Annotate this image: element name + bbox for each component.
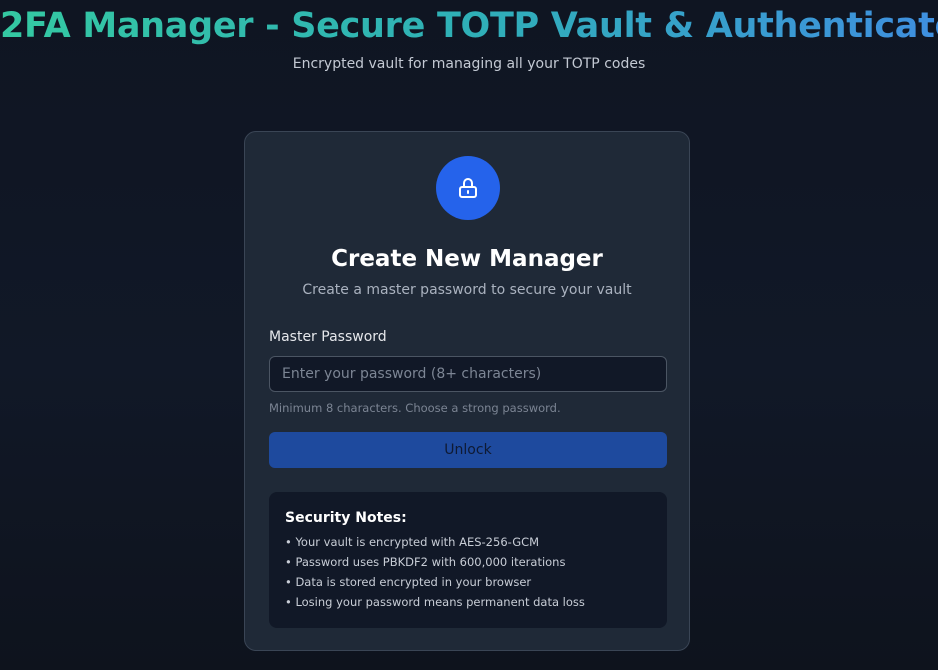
unlock-button[interactable]: Unlock bbox=[269, 432, 667, 468]
security-note-item: • Data is stored encrypted in your brows… bbox=[285, 575, 532, 589]
password-hint: Minimum 8 characters. Choose a strong pa… bbox=[269, 401, 561, 415]
create-manager-card: Create New Manager Create a master passw… bbox=[244, 131, 690, 651]
card-title: Create New Manager bbox=[331, 246, 603, 272]
lock-icon-badge bbox=[436, 156, 500, 220]
card-subtitle: Create a master password to secure your … bbox=[302, 282, 632, 298]
app-title: 2FA Manager - Secure TOTP Vault & Authen… bbox=[0, 2, 938, 50]
master-password-input[interactable] bbox=[269, 356, 667, 392]
master-password-label: Master Password bbox=[269, 329, 387, 345]
lock-icon bbox=[459, 178, 477, 198]
security-notes-title: Security Notes: bbox=[285, 510, 407, 526]
security-notes-list: • Your vault is encrypted with AES-256-G… bbox=[285, 532, 651, 612]
security-note-item: • Losing your password means permanent d… bbox=[285, 595, 585, 609]
app-subtitle: Encrypted vault for managing all your TO… bbox=[292, 56, 646, 72]
security-notes-panel: Security Notes: • Your vault is encrypte… bbox=[269, 492, 667, 628]
security-note-item: • Your vault is encrypted with AES-256-G… bbox=[285, 535, 540, 549]
security-note-item: • Password uses PBKDF2 with 600,000 iter… bbox=[285, 555, 566, 569]
